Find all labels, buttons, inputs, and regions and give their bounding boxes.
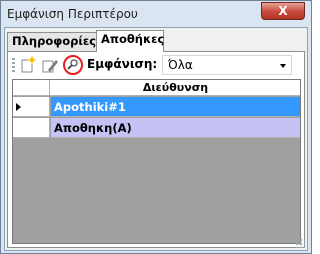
size-grip[interactable] [295, 238, 305, 248]
edit-pencil-icon [42, 60, 58, 73]
tab-page-stores: Εμφάνιση: Όλα Διεύθυνση Apothiki#1 Αποθη… [7, 51, 305, 248]
row-header[interactable] [13, 97, 50, 117]
new-document-icon [21, 56, 36, 73]
grid-corner[interactable] [13, 80, 50, 96]
magnifier-search-icon [63, 55, 83, 75]
toolbar: Εμφάνιση: Όλα [12, 54, 302, 76]
client-area: Πληροφορίες Αποθήκες Εμφάνιση: Όλα Διεύθ… [4, 27, 308, 251]
stores-grid: Διεύθυνση Apothiki#1 Αποθηκη(Α) [12, 79, 301, 244]
filter-dropdown[interactable]: Όλα [162, 55, 292, 75]
search-button[interactable] [62, 55, 83, 75]
window: Εμφάνιση Περιπτέρου X Πληροφορίες Αποθήκ… [0, 0, 312, 254]
row-header[interactable] [13, 118, 50, 138]
show-label: Εμφάνιση: [87, 57, 158, 71]
close-icon: X [278, 4, 288, 18]
filter-value: Όλα [168, 58, 193, 72]
grid-header: Διεύθυνση [13, 80, 300, 96]
dropdown-arrow-icon[interactable] [280, 64, 286, 68]
column-header-address[interactable]: Διεύθυνση [51, 80, 300, 96]
window-title: Εμφάνιση Περιπτέρου [7, 7, 138, 21]
title-bar[interactable]: Εμφάνιση Περιπτέρου X [1, 1, 311, 27]
close-button[interactable]: X [261, 2, 305, 20]
address-cell[interactable]: Αποθηκη(Α) [51, 118, 300, 138]
new-button[interactable] [18, 55, 38, 75]
tab-stores[interactable]: Αποθήκες [96, 30, 164, 52]
tab-info[interactable]: Πληροφορίες [7, 32, 97, 51]
address-cell[interactable]: Apothiki#1 [51, 97, 300, 117]
edit-button[interactable] [40, 55, 60, 75]
table-row[interactable]: Αποθηκη(Α) [13, 118, 300, 138]
table-row[interactable]: Apothiki#1 [13, 97, 300, 117]
current-row-icon [16, 103, 21, 111]
toolbar-grip[interactable] [12, 58, 15, 72]
